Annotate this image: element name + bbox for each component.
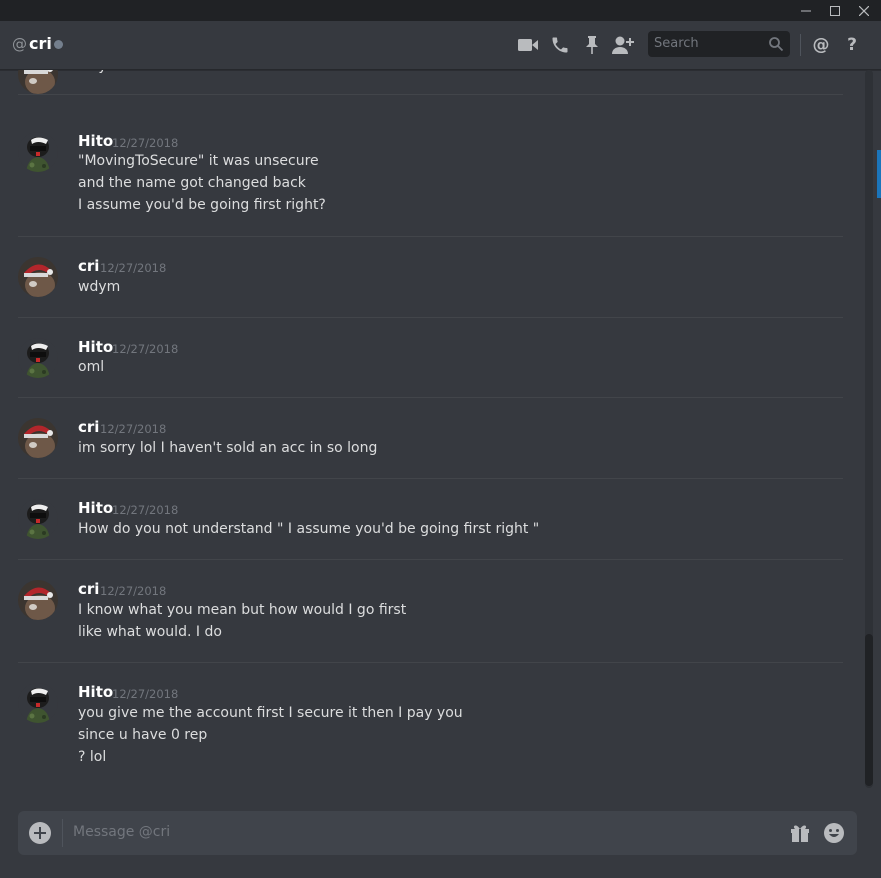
channel-name: cri (29, 34, 52, 53)
avatar[interactable] (18, 70, 58, 94)
minimize-icon[interactable] (792, 0, 820, 21)
message-divider (18, 662, 843, 663)
maximize-icon[interactable] (821, 0, 849, 21)
emoji-icon[interactable] (823, 822, 845, 844)
message-timestamp: 12/27/2018 (112, 503, 179, 517)
avatar[interactable] (18, 683, 58, 723)
voice-call-icon[interactable] (548, 33, 572, 57)
message-list[interactable]: wdymHito12/27/2018"MovingToSecure" it wa… (0, 70, 862, 790)
message-divider (18, 317, 843, 318)
message-text: How do you not understand " I assume you… (78, 521, 540, 537)
avatar[interactable] (18, 499, 58, 539)
pin-icon[interactable] (580, 33, 604, 57)
header-divider (800, 34, 801, 56)
message-author[interactable]: cri (78, 257, 99, 275)
message-text: "MovingToSecure" it was unsecure (78, 153, 319, 169)
avatar[interactable] (18, 580, 58, 620)
mention-icon[interactable]: @ (809, 33, 833, 57)
message-text: I know what you mean but how would I go … (78, 602, 407, 618)
window-titlebar (0, 0, 881, 21)
message-author[interactable]: cri (78, 418, 99, 436)
search-input[interactable]: Search (648, 31, 790, 57)
search-icon (768, 36, 784, 56)
message-divider (18, 559, 843, 560)
gift-icon[interactable] (789, 822, 811, 844)
message-composer[interactable]: Message @cri (18, 811, 857, 855)
message-text: since u have 0 rep (78, 727, 208, 743)
message-author[interactable]: Hito (78, 132, 113, 150)
avatar[interactable] (18, 418, 58, 458)
message-timestamp: 12/27/2018 (100, 584, 167, 598)
message-divider (18, 94, 843, 95)
video-call-icon[interactable] (516, 33, 540, 57)
message-author[interactable]: Hito (78, 499, 113, 517)
message-text: ? lol (78, 749, 107, 765)
message-text: and the name got changed back (78, 175, 306, 191)
message-text: like what would. I do (78, 624, 222, 640)
message-author[interactable]: cri (78, 580, 99, 598)
message-text: I assume you'd be going first right? (78, 197, 326, 213)
message-timestamp: 12/27/2018 (112, 136, 179, 150)
message-divider (18, 236, 843, 237)
add-friend-icon[interactable] (611, 33, 635, 57)
message-text: you give me the account first I secure i… (78, 705, 463, 721)
search-placeholder: Search (654, 36, 699, 51)
message-author[interactable]: Hito (78, 338, 113, 356)
scrollbar-thumb[interactable] (865, 634, 873, 786)
channel-header: @ cri Search @ ? (0, 21, 881, 70)
status-indicator (54, 40, 63, 49)
composer-divider (62, 819, 63, 847)
avatar[interactable] (18, 132, 58, 172)
message-divider (18, 397, 843, 398)
message-timestamp: 12/27/2018 (112, 342, 179, 356)
close-icon[interactable] (850, 0, 878, 21)
message-input[interactable]: Message @cri (73, 824, 170, 840)
message-text: im sorry lol I haven't sold an acc in so… (78, 440, 378, 456)
help-icon[interactable]: ? (840, 33, 864, 57)
message-timestamp: 12/27/2018 (100, 261, 167, 275)
at-icon: @ (12, 35, 27, 53)
avatar[interactable] (18, 257, 58, 297)
avatar[interactable] (18, 338, 58, 378)
edge-accent (877, 150, 881, 198)
add-attachment-icon[interactable] (29, 822, 51, 844)
message-author[interactable]: Hito (78, 683, 113, 701)
message-text: oml (78, 359, 105, 375)
message-text: wdym (78, 70, 120, 74)
message-text: wdym (78, 279, 121, 295)
message-timestamp: 12/27/2018 (112, 687, 179, 701)
message-timestamp: 12/27/2018 (100, 422, 167, 436)
message-divider (18, 478, 843, 479)
